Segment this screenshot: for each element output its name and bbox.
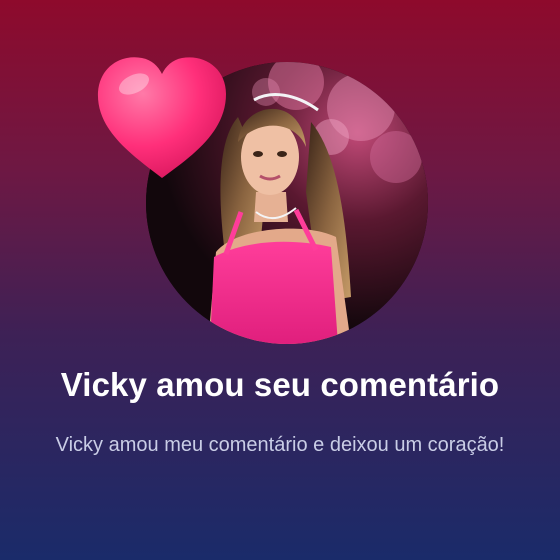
love-notification-card: Vicky amou seu comentário Vicky amou meu… [0,0,560,560]
heart-icon [97,57,227,178]
notification-message: Vicky amou meu comentário e deixou um co… [55,434,505,456]
notification-title: Vicky amou seu comentário [60,366,500,403]
